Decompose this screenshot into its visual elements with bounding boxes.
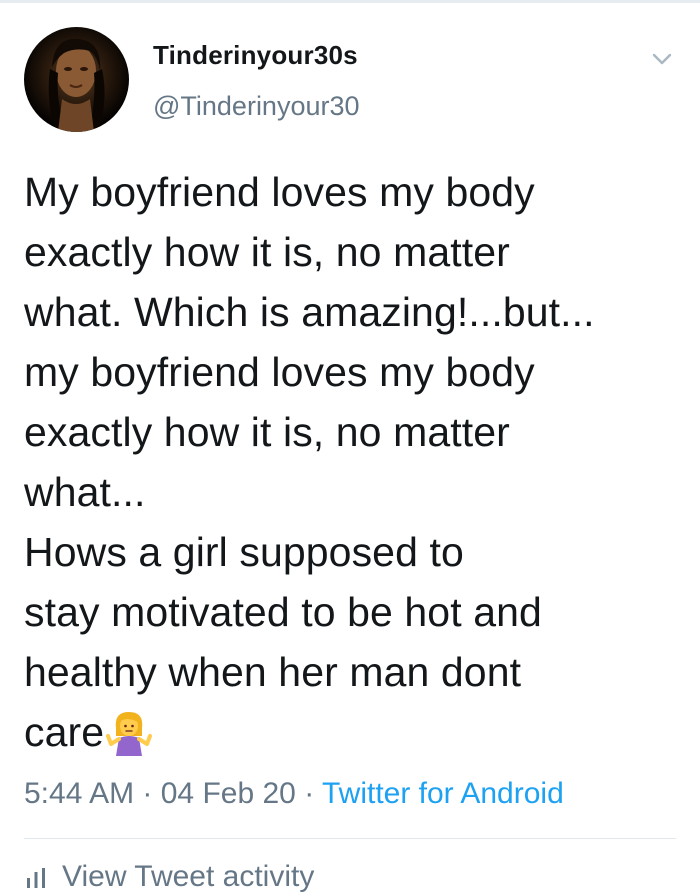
tweet-time: 5:44 AM: [24, 777, 135, 810]
tweet-line: what...: [24, 469, 146, 515]
tweet-line: healthy when her man dont: [24, 649, 522, 695]
activity-label: View Tweet activity: [62, 860, 315, 893]
display-name[interactable]: Tinderinyour30s: [153, 40, 358, 71]
tweet-line: Hows a girl supposed to: [24, 529, 464, 575]
top-border: [0, 0, 700, 3]
tweet-line: My boyfriend loves my body: [24, 169, 535, 215]
chevron-down-icon[interactable]: [650, 47, 674, 71]
meta-separator: ·: [295, 777, 322, 810]
tweet-line: care: [24, 709, 105, 755]
tweet-source-link[interactable]: Twitter for Android: [322, 777, 564, 810]
tweet-text: My boyfriend loves my body exactly how i…: [24, 162, 684, 762]
tweet-meta: 5:44 AM · 04 Feb 20 · Twitter for Androi…: [24, 777, 564, 811]
tweet-line: what. Which is amazing!...but...: [24, 289, 595, 335]
tweet-line: exactly how it is, no matter: [24, 229, 510, 275]
view-tweet-activity-link[interactable]: View Tweet activity: [24, 860, 314, 894]
tweet-header: Tinderinyour30s @Tinderinyour30: [24, 27, 680, 133]
avatar-photo-icon: [48, 38, 105, 132]
avatar[interactable]: [24, 27, 129, 132]
tweet-last-line: care: [24, 702, 684, 762]
divider: [24, 838, 676, 839]
user-handle[interactable]: @Tinderinyour30: [153, 91, 360, 122]
bar-chart-icon: [27, 868, 45, 888]
tweet-line: my boyfriend loves my body: [24, 349, 535, 395]
meta-separator: ·: [134, 777, 161, 810]
tweet-line: stay motivated to be hot and: [24, 589, 542, 635]
tweet-date: 04 Feb 20: [160, 777, 296, 810]
tweet-line: exactly how it is, no matter: [24, 409, 510, 455]
woman-shrugging-emoji-icon: [106, 712, 153, 756]
